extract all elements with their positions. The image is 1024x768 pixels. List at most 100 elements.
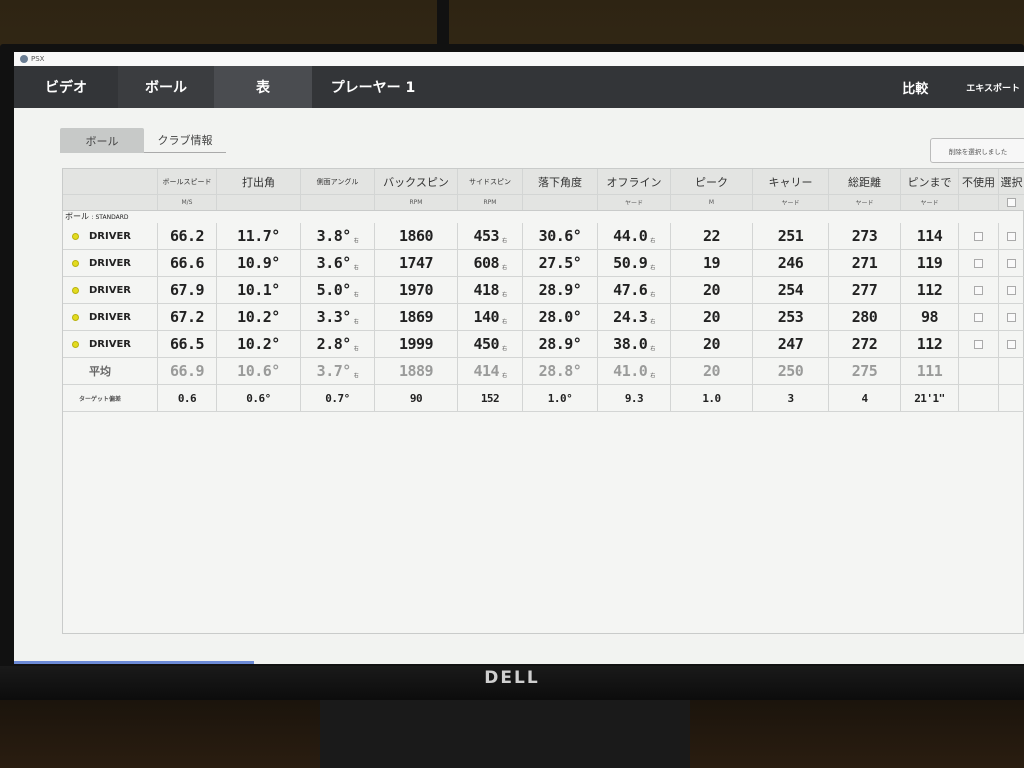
club-name: DRIVER [63,223,158,249]
column-header: オフライン [598,169,671,194]
metric-value: 28.8° [523,358,598,384]
metric-value: 1889 [375,358,458,384]
compare-button[interactable]: 比較 [902,78,928,97]
column-header: キャリー [753,169,829,194]
metric-text: 90 [409,391,423,405]
column-unit: ヤード [753,195,829,210]
direction-mark: 右 [650,264,655,271]
sub-tabs: ボール クラブ情報 [60,128,226,153]
metric-text: 1889 [398,362,434,380]
metric-value: 280 [829,304,901,330]
shot-row[interactable]: DRIVER 66.6 10.9° 3.6° 右 1747 608 右 27.5° 50.9 右 19… [63,250,1024,277]
club-name: DRIVER [63,304,158,330]
tab-player[interactable]: プレーヤー 1 [312,66,434,108]
select-cell [999,304,1024,330]
unused-checkbox[interactable] [974,258,983,268]
select-checkbox[interactable] [1007,285,1016,295]
tab-ball[interactable]: ボール [118,66,214,108]
metric-text: 272 [851,335,878,353]
tab-table[interactable]: 表 [214,66,312,108]
metric-value: 67.2 [158,304,217,330]
metric-value: 50.9 右 [598,250,671,276]
metric-text: 28.0° [538,308,582,326]
metric-value: 253 [753,304,829,330]
metric-value: 44.0 右 [598,223,671,249]
shot-row[interactable]: DRIVER 67.9 10.1° 5.0° 右 1970 418 右 28.9° 47.6 右 20… [63,277,1024,304]
direction-mark: 右 [502,372,507,379]
metric-text: 3.8° [316,227,352,245]
metric-value: 1999 [375,331,458,357]
subtab-club-info[interactable]: クラブ情報 [144,128,226,153]
select-all-checkbox[interactable] [1007,198,1016,207]
metric-text: 67.2 [169,308,205,326]
metric-text: 47.6 [613,281,648,299]
export-button[interactable]: エキスポート [966,81,1020,94]
group-label: ボール [65,212,89,221]
metric-text: 0.6° [246,391,271,405]
shot-row[interactable]: DRIVER 67.2 10.2° 3.3° 右 1869 140 右 28.0° 24.3 右 20… [63,304,1024,331]
direction-mark: 右 [650,318,655,325]
subtab-ball[interactable]: ボール [60,128,144,153]
column-header: 落下角度 [523,169,598,194]
shot-row[interactable]: DRIVER 66.5 10.2° 2.8° 右 1999 450 右 28.9° 38.0 右 20… [63,331,1024,358]
select-checkbox[interactable] [1007,258,1016,268]
delete-selected-button[interactable]: 削除を選択しました [930,138,1024,163]
monitor-brand-logo: DELL [484,668,540,688]
header-club [63,169,158,194]
metric-value: 0.7° [301,385,375,411]
select-checkbox[interactable] [1007,312,1016,322]
metric-text: 1.0 [702,391,721,405]
unused-checkbox[interactable] [974,231,983,241]
unused-checkbox[interactable] [974,339,983,349]
app-icon [20,55,28,63]
metric-value: 114 [901,223,959,249]
metric-text: 28.8° [538,362,582,380]
metric-text: 1869 [398,308,434,326]
metric-value: 0.6 [158,385,217,411]
direction-mark: 右 [353,345,359,352]
metric-text: 418 [473,281,500,299]
metric-value: 1.0 [671,385,753,411]
column-header: 選択 [999,169,1024,194]
metric-text: 273 [851,227,878,245]
select-checkbox[interactable] [1007,231,1016,241]
metric-value: 272 [829,331,901,357]
direction-mark: 右 [650,345,655,352]
select-cell [999,358,1024,384]
metric-value: 1.0° [523,385,598,411]
shot-dot-icon [72,233,79,240]
metric-text: 254 [777,281,804,299]
column-unit: RPM [375,195,458,210]
metric-text: 275 [851,362,878,380]
select-checkbox[interactable] [1007,339,1016,349]
metric-value: 20 [671,277,753,303]
unused-checkbox[interactable] [974,285,983,295]
metric-text: 0.7° [325,391,350,405]
direction-mark: 右 [353,264,359,271]
shot-row[interactable]: DRIVER 66.2 11.7° 3.8° 右 1860 453 右 30.6° 44.0 右 22… [63,223,1024,250]
club-label: ターゲット偏差 [79,395,122,403]
group-sub-label: : STANDARD [91,214,129,221]
metric-value: 414 右 [458,358,523,384]
metric-value: 11.7° [217,223,301,249]
metric-text: 22 [702,227,721,245]
metric-value: 20 [671,331,753,357]
column-unit [301,195,375,210]
metric-text: 2.8° [316,335,352,353]
direction-mark: 右 [353,291,359,298]
column-header: 不使用 [959,169,999,194]
metric-value: 21'1" [901,385,959,411]
metric-value: 10.9° [217,250,301,276]
unused-checkbox[interactable] [974,312,983,322]
direction-mark: 右 [502,237,507,244]
metric-text: 44.0 [613,227,648,245]
metric-value: 418 右 [458,277,523,303]
club-label: DRIVER [89,338,131,350]
tab-video[interactable]: ビデオ [14,66,118,108]
metric-text: 450 [473,335,500,353]
metric-text: 0.6 [177,391,197,405]
metric-value: 277 [829,277,901,303]
metric-text: 28.9° [538,281,582,299]
metric-text: 98 [920,308,939,326]
metric-text: 66.5 [169,335,205,353]
